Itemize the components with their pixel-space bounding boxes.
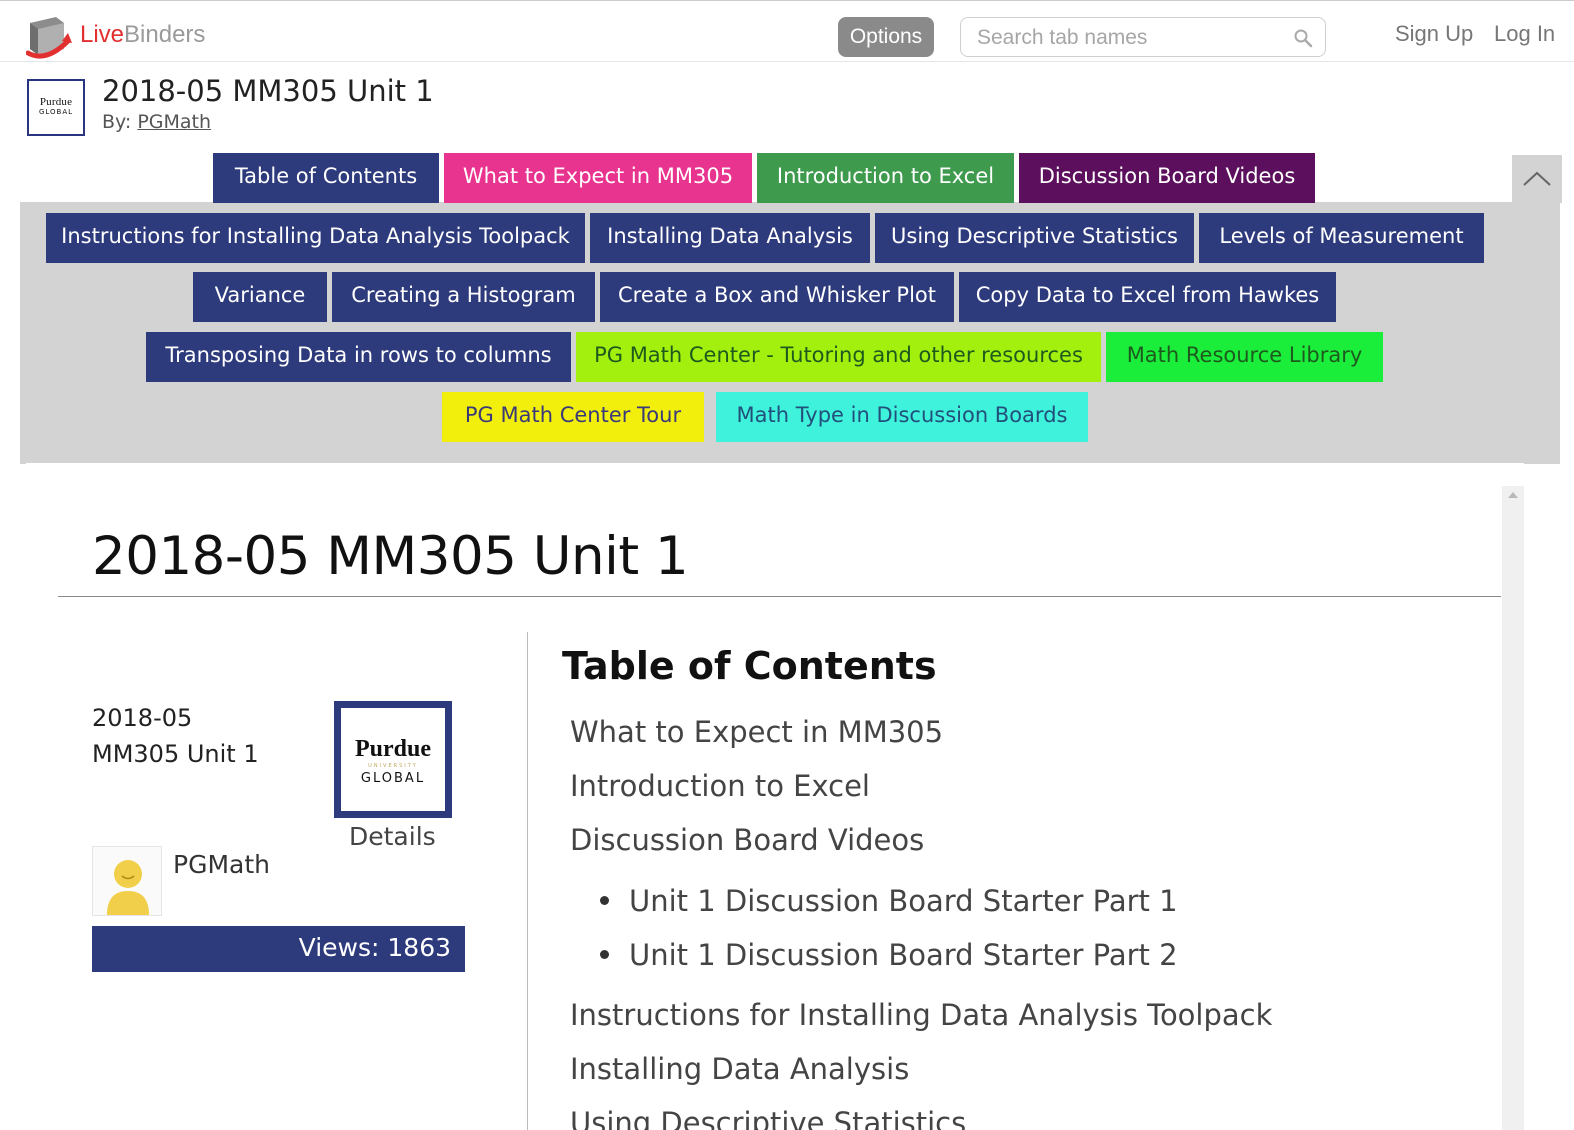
toc-item-introduction-to-excel[interactable]: Introduction to Excel (570, 769, 870, 803)
user-avatar-icon (107, 860, 149, 915)
tab-levels-of-measurement[interactable]: Levels of Measurement (1199, 213, 1484, 263)
sign-up-link[interactable]: Sign Up (1395, 21, 1473, 47)
title-divider (58, 596, 1501, 597)
content-scrollbar[interactable] (1502, 486, 1524, 1130)
author-link[interactable]: PGMath (137, 111, 211, 133)
logo-mid-text: UNIVERSITY (368, 763, 418, 769)
binder-byline: By: PGMath (102, 111, 211, 133)
log-in-link[interactable]: Log In (1494, 21, 1555, 47)
tab-math-resource-library[interactable]: Math Resource Library (1106, 332, 1383, 382)
toc-subitem-starter-part-1[interactable]: Unit 1 Discussion Board Starter Part 1 (600, 884, 1178, 918)
tab-copy-data-hawkes[interactable]: Copy Data to Excel from Hawkes (959, 272, 1336, 322)
chevron-up-icon (1523, 171, 1551, 186)
tab-pg-math-center-tour[interactable]: PG Math Center Tour (442, 392, 704, 442)
tab-box-and-whisker[interactable]: Create a Box and Whisker Plot (600, 272, 954, 322)
collapse-tabs-button[interactable] (1512, 155, 1562, 203)
avatar[interactable] (92, 846, 162, 916)
logo-bottom-text: GLOBAL (360, 771, 426, 786)
tab-variance[interactable]: Variance (193, 272, 327, 322)
brand-name[interactable]: LiveBinders (80, 21, 205, 49)
tab-creating-a-histogram[interactable]: Creating a Histogram (332, 272, 595, 322)
toc-item-instructions-toolpack[interactable]: Instructions for Installing Data Analysi… (570, 998, 1272, 1032)
bullet-icon (600, 895, 609, 905)
top-bar: LiveBinders Options Sign Up Log In (0, 0, 1574, 62)
thumb-logo-top: Purdue (39, 96, 73, 108)
livebinders-logo-icon[interactable] (26, 15, 78, 59)
column-divider (527, 632, 528, 1130)
toc-item-discussion-board-videos[interactable]: Discussion Board Videos (570, 823, 924, 857)
brand-binders: Binders (124, 21, 206, 48)
tab-table-of-contents[interactable]: Table of Contents (213, 153, 439, 203)
scroll-up-arrow[interactable] (1508, 492, 1518, 498)
author-name[interactable]: PGMath (173, 850, 270, 879)
byline-prefix: By: (102, 111, 138, 133)
toc-subitem-label: Unit 1 Discussion Board Starter Part 1 (629, 884, 1178, 918)
toc-item-what-to-expect[interactable]: What to Expect in MM305 (570, 715, 943, 749)
binder-thumbnail[interactable]: Purdue GLOBAL (27, 79, 85, 136)
toc-heading: Table of Contents (562, 644, 937, 688)
views-count: Views: 1863 (92, 926, 465, 972)
toc-subitem-label: Unit 1 Discussion Board Starter Part 2 (629, 938, 1178, 972)
bullet-icon (600, 949, 609, 959)
binder-title: 2018-05 MM305 Unit 1 (102, 74, 434, 108)
search-icon[interactable] (1293, 28, 1313, 48)
tab-using-descriptive-statistics[interactable]: Using Descriptive Statistics (875, 213, 1194, 263)
search-input[interactable] (977, 24, 1277, 52)
search-box (960, 17, 1326, 57)
page-title: 2018-05 MM305 Unit 1 (92, 526, 689, 587)
binder-info-line1: 2018-05 (92, 704, 193, 732)
tab-what-to-expect[interactable]: What to Expect in MM305 (444, 153, 752, 203)
tab-transposing-data[interactable]: Transposing Data in rows to columns (146, 332, 571, 382)
tab-math-type[interactable]: Math Type in Discussion Boards (716, 392, 1088, 442)
tab-instructions-toolpack[interactable]: Instructions for Installing Data Analysi… (46, 213, 585, 263)
toc-subitem-starter-part-2[interactable]: Unit 1 Discussion Board Starter Part 2 (600, 938, 1178, 972)
toc-item-installing-data-analysis[interactable]: Installing Data Analysis (570, 1052, 909, 1086)
purdue-global-logo[interactable]: Purdue UNIVERSITY GLOBAL (334, 701, 452, 818)
tab-installing-data-analysis[interactable]: Installing Data Analysis (590, 213, 870, 263)
brand-live: Live (80, 21, 125, 48)
tab-discussion-board-videos[interactable]: Discussion Board Videos (1019, 153, 1315, 203)
options-button[interactable]: Options (838, 17, 934, 57)
tab-introduction-to-excel[interactable]: Introduction to Excel (757, 153, 1014, 203)
tab-pg-math-center[interactable]: PG Math Center - Tutoring and other reso… (576, 332, 1101, 382)
logo-top-text: Purdue (354, 736, 431, 762)
toc-item-using-descriptive-statistics[interactable]: Using Descriptive Statistics (570, 1106, 966, 1130)
details-link[interactable]: Details (349, 822, 436, 851)
binder-info-line2: MM305 Unit 1 (92, 740, 259, 768)
thumb-logo-bottom: GLOBAL (38, 108, 74, 116)
